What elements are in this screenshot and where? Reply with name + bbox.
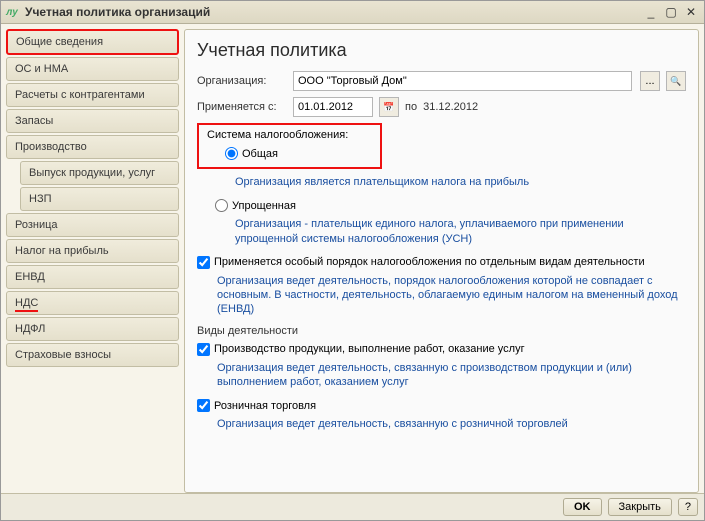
close-window-button[interactable]: ✕ bbox=[682, 4, 700, 20]
radio-simplified-input[interactable] bbox=[215, 199, 228, 212]
radio-general-label: Общая bbox=[242, 148, 278, 160]
production-desc: Организация ведет деятельность, связанну… bbox=[217, 361, 686, 390]
tax-system-group: Система налогообложения: Общая bbox=[197, 123, 382, 169]
radio-simplified-label: Упрощенная bbox=[232, 200, 296, 212]
sidebar-item-output[interactable]: Выпуск продукции, услуг bbox=[20, 161, 179, 185]
close-label: Закрыть bbox=[619, 501, 661, 513]
check-retail-input[interactable] bbox=[197, 399, 210, 412]
sidebar-item-insurance[interactable]: Страховые взносы bbox=[6, 343, 179, 367]
search-icon: 🔍 bbox=[670, 76, 681, 87]
org-value: ООО "Торговый Дом" bbox=[298, 75, 407, 87]
footer: OK Закрыть ? bbox=[1, 493, 704, 520]
org-input[interactable]: ООО "Торговый Дом" bbox=[293, 71, 632, 91]
sidebar-item-envd[interactable]: ЕНВД bbox=[6, 265, 179, 289]
tax-system-title: Система налогообложения: bbox=[207, 129, 372, 141]
apply-label: Применяется с: bbox=[197, 101, 287, 113]
window-title: Учетная политика организаций bbox=[25, 5, 640, 19]
retail-desc: Организация ведет деятельность, связанну… bbox=[217, 417, 686, 431]
sidebar-item-label: Запасы bbox=[15, 115, 53, 127]
page-title: Учетная политика bbox=[197, 40, 686, 61]
sidebar-item-label: ЕНВД bbox=[15, 271, 45, 283]
check-retail-label: Розничная торговля bbox=[214, 400, 316, 412]
ok-button[interactable]: OK bbox=[563, 498, 602, 516]
sidebar-item-profit-tax[interactable]: Налог на прибыль bbox=[6, 239, 179, 263]
sidebar-item-stock[interactable]: Запасы bbox=[6, 109, 179, 133]
org-search-button[interactable]: 🔍 bbox=[666, 71, 686, 91]
radio-general[interactable]: Общая bbox=[225, 147, 278, 160]
body: Общие сведения ОС и НМА Расчеты с контра… bbox=[1, 24, 704, 493]
special-desc: Организация ведет деятельность, порядок … bbox=[217, 274, 686, 317]
sidebar-item-label: НДФЛ bbox=[15, 323, 45, 335]
date-from-picker-button[interactable]: 📅 bbox=[379, 97, 399, 117]
radio-general-input[interactable] bbox=[225, 147, 238, 160]
sidebar-item-label: Общие сведения bbox=[16, 36, 103, 48]
close-button[interactable]: Закрыть bbox=[608, 498, 672, 516]
sidebar-item-production[interactable]: Производство bbox=[6, 135, 179, 159]
sidebar-item-nzp[interactable]: НЗП bbox=[20, 187, 179, 211]
ok-label: OK bbox=[574, 501, 591, 513]
check-production-label: Производство продукции, выполнение работ… bbox=[214, 343, 525, 355]
sidebar-item-label: Розница bbox=[15, 219, 58, 231]
sidebar-item-label: Выпуск продукции, услуг bbox=[29, 167, 155, 179]
org-label: Организация: bbox=[197, 75, 287, 87]
titlebar: лу Учетная политика организаций _ ▢ ✕ bbox=[1, 1, 704, 24]
sidebar-item-retail[interactable]: Розница bbox=[6, 213, 179, 237]
date-from-input[interactable]: 01.01.2012 bbox=[293, 97, 373, 117]
sidebar-item-label: НДС bbox=[15, 297, 38, 312]
sidebar-item-label: Страховые взносы bbox=[15, 349, 111, 361]
sidebar-item-label: Налог на прибыль bbox=[15, 245, 109, 257]
activities-title: Виды деятельности bbox=[197, 325, 686, 337]
sidebar-item-label: Расчеты с контрагентами bbox=[15, 89, 145, 101]
app-icon: лу bbox=[5, 5, 19, 19]
check-production[interactable]: Производство продукции, выполнение работ… bbox=[197, 343, 525, 356]
sidebar-item-ndfl[interactable]: НДФЛ bbox=[6, 317, 179, 341]
help-button[interactable]: ? bbox=[678, 498, 698, 516]
date-from-value: 01.01.2012 bbox=[298, 101, 353, 113]
sidebar: Общие сведения ОС и НМА Расчеты с контра… bbox=[6, 29, 179, 493]
sidebar-item-label: Производство bbox=[15, 141, 87, 153]
check-special-input[interactable] bbox=[197, 256, 210, 269]
org-select-button[interactable]: ... bbox=[640, 71, 660, 91]
ellipsis-icon: ... bbox=[645, 75, 654, 87]
date-to-label: по bbox=[405, 101, 417, 113]
check-retail[interactable]: Розничная торговля bbox=[197, 399, 316, 412]
window: лу Учетная политика организаций _ ▢ ✕ Об… bbox=[0, 0, 705, 521]
general-desc: Организация является плательщиком налога… bbox=[235, 175, 686, 189]
date-row: Применяется с: 01.01.2012 📅 по 31.12.201… bbox=[197, 97, 686, 117]
check-production-input[interactable] bbox=[197, 343, 210, 356]
simplified-desc: Организация - плательщик единого налога,… bbox=[235, 217, 686, 246]
minimize-button[interactable]: _ bbox=[642, 4, 660, 20]
org-row: Организация: ООО "Торговый Дом" ... 🔍 bbox=[197, 71, 686, 91]
sidebar-item-os-nma[interactable]: ОС и НМА bbox=[6, 57, 179, 81]
sidebar-item-settlements[interactable]: Расчеты с контрагентами bbox=[6, 83, 179, 107]
maximize-button[interactable]: ▢ bbox=[662, 4, 680, 20]
main-panel: Учетная политика Организация: ООО "Торго… bbox=[184, 29, 699, 493]
calendar-icon: 📅 bbox=[383, 102, 394, 113]
sidebar-item-general[interactable]: Общие сведения bbox=[6, 29, 179, 55]
sidebar-item-label: ОС и НМА bbox=[15, 63, 68, 75]
check-special-label: Применяется особый порядок налогообложен… bbox=[214, 256, 645, 268]
help-icon: ? bbox=[685, 501, 691, 513]
radio-simplified[interactable]: Упрощенная bbox=[215, 199, 296, 212]
sidebar-item-nds[interactable]: НДС bbox=[6, 291, 179, 315]
date-to-value: 31.12.2012 bbox=[423, 101, 478, 113]
sidebar-item-label: НЗП bbox=[29, 193, 52, 205]
check-special[interactable]: Применяется особый порядок налогообложен… bbox=[197, 256, 645, 269]
